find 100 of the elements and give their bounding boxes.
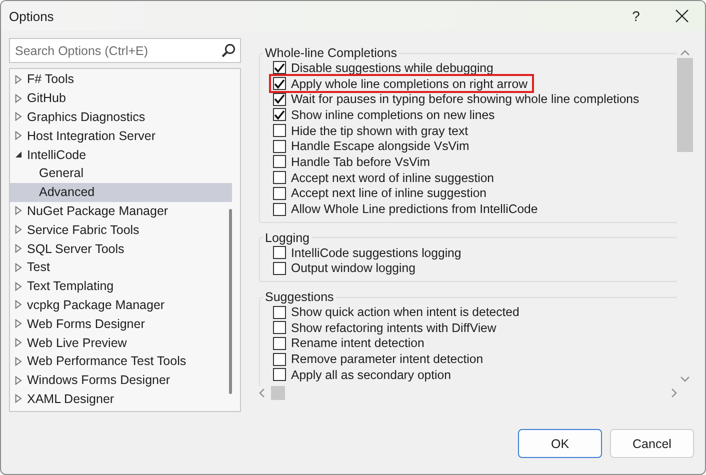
close-icon[interactable] [675, 9, 689, 23]
collapsed-arrow-icon[interactable] [15, 244, 22, 254]
checkbox-option[interactable]: Wait for pauses in typing before showing whole line completions [271, 91, 644, 108]
help-button[interactable]: ? [613, 1, 659, 31]
checkbox[interactable] [273, 77, 286, 90]
option-label: Allow Whole Line predictions from IntelliCode [291, 202, 538, 216]
group-title: Logging [264, 230, 310, 245]
checkbox-option[interactable]: Disable suggestions while debugging [271, 60, 498, 76]
checkbox-option[interactable]: Handle Tab before VsVim [271, 154, 434, 170]
highlighted-option[interactable]: Apply whole line completions on right arrow [271, 76, 532, 92]
collapsed-arrow-icon[interactable] [15, 300, 22, 310]
collapsed-arrow-icon[interactable] [15, 206, 22, 216]
option-label: Handle Escape alongside VsVim [291, 139, 470, 154]
checkbox[interactable] [273, 155, 286, 168]
tree-item[interactable]: SQL Server Tools [10, 239, 232, 258]
checkbox[interactable] [273, 368, 286, 382]
checkbox[interactable] [273, 124, 286, 138]
tree-item[interactable]: Text Templating [10, 276, 232, 296]
checkbox-option[interactable]: Accept next line of inline suggestion [271, 186, 491, 202]
scroll-left-icon[interactable] [259, 388, 265, 398]
checkbox-option[interactable]: Apply all as secondary option [271, 367, 455, 383]
collapsed-arrow-icon[interactable] [15, 338, 22, 348]
collapsed-arrow-icon[interactable] [15, 356, 22, 366]
option-label: Remove parameter intent detection [291, 352, 484, 366]
collapsed-arrow-icon[interactable] [15, 94, 22, 103]
tree-item[interactable]: Web Forms Designer [10, 314, 232, 334]
scroll-right-icon[interactable] [671, 388, 677, 398]
checkbox-option[interactable]: Show quick action when intent is detected [271, 304, 524, 320]
tree-item-label: Service Fabric Tools [27, 222, 140, 237]
tree-item[interactable]: XAML Designer [10, 390, 232, 408]
tree-item-label: Text Templating [27, 279, 114, 294]
checkbox[interactable] [273, 321, 286, 334]
checkbox[interactable] [273, 246, 286, 260]
checkbox[interactable] [273, 306, 286, 319]
checkbox-option[interactable]: Remove parameter intent detection [271, 351, 488, 367]
tree-item-label: Web Live Preview [27, 336, 127, 350]
scrollbar-thumb[interactable] [677, 58, 693, 152]
checkbox-option[interactable]: Allow Whole Line predictions from IntelliCode [271, 201, 542, 217]
checkbox[interactable] [273, 336, 286, 350]
tree-item[interactable]: Service Fabric Tools [10, 220, 232, 240]
tree-item-label: Graphics Diagnostics [27, 110, 146, 124]
checkbox-option[interactable]: Output window logging [271, 260, 420, 276]
checkbox[interactable] [273, 61, 286, 74]
collapsed-arrow-icon[interactable] [15, 112, 22, 122]
checkbox[interactable] [273, 140, 286, 153]
option-label: Apply all as secondary option [291, 368, 451, 382]
checkbox[interactable] [273, 186, 286, 200]
checkbox[interactable] [273, 202, 286, 216]
scroll-up-icon[interactable] [680, 48, 690, 56]
checkbox[interactable] [273, 92, 286, 106]
scrollbar-thumb[interactable] [271, 386, 285, 400]
tree-item[interactable]: Web Performance Test Tools [10, 352, 232, 371]
option-label: Disable suggestions while debugging [291, 60, 494, 75]
tree-item[interactable]: GitHub [10, 88, 232, 108]
checkbox-option[interactable]: Accept next word of inline suggestion [271, 170, 498, 186]
tree-item[interactable]: Advanced [10, 182, 232, 202]
checkbox-option[interactable]: Hide the tip shown with gray text [271, 122, 472, 138]
tree-item-label: SQL Server Tools [27, 242, 124, 256]
checkbox[interactable] [273, 262, 286, 275]
option-label: Show refactoring intents with DiffView [291, 320, 496, 335]
collapsed-arrow-icon[interactable] [15, 394, 22, 404]
tree-item[interactable]: Graphics Diagnostics [10, 108, 232, 126]
collapsed-arrow-icon[interactable] [15, 319, 22, 328]
checkbox-option[interactable]: Show refactoring intents with DiffView [271, 320, 500, 336]
search-icon [221, 43, 236, 58]
cancel-button[interactable]: Cancel [610, 429, 694, 458]
tree-item-label: General [39, 166, 84, 180]
checkbox-option[interactable]: Handle Escape alongside VsVim [271, 138, 474, 154]
tree-item[interactable]: Test [10, 258, 232, 277]
scroll-down-icon[interactable] [680, 376, 690, 382]
checkbox[interactable] [273, 352, 286, 366]
collapsed-arrow-icon[interactable] [15, 131, 22, 140]
window-title: Options [9, 8, 55, 24]
tree-item-label: Windows Forms Designer [27, 373, 170, 388]
collapsed-arrow-icon[interactable] [15, 262, 22, 272]
checkbox[interactable] [273, 171, 286, 184]
ok-button[interactable]: OK [518, 429, 602, 458]
option-label: IntelliCode suggestions logging [291, 246, 462, 260]
option-label: Handle Tab before VsVim [291, 154, 430, 169]
checkbox-option[interactable]: Rename intent detection [271, 336, 428, 352]
collapsed-arrow-icon[interactable] [15, 225, 22, 234]
tree-item[interactable]: General [10, 164, 232, 183]
checkbox-option[interactable]: IntelliCode suggestions logging [271, 244, 466, 261]
expanded-arrow-icon[interactable] [15, 151, 22, 158]
search-field[interactable]: Search Options (Ctrl+E) [9, 38, 241, 63]
checkbox-option[interactable]: Show inline completions on new lines [271, 107, 499, 123]
collapsed-arrow-icon[interactable] [15, 282, 22, 291]
tree-item[interactable]: F# Tools [10, 70, 232, 89]
tree-item[interactable]: Windows Forms Designer [10, 370, 232, 390]
collapsed-arrow-icon[interactable] [15, 74, 22, 84]
tree-item[interactable]: IntelliCode [10, 145, 232, 164]
tree-item-label: vcpkg Package Manager [27, 298, 165, 312]
checkbox[interactable] [273, 108, 286, 122]
tree-item[interactable]: Web Live Preview [10, 333, 232, 352]
scrollbar-thumb[interactable] [229, 209, 232, 394]
tree-item[interactable]: NuGet Package Manager [10, 202, 232, 220]
tree-item[interactable]: vcpkg Package Manager [10, 296, 232, 314]
option-label: Accept next word of inline suggestion [291, 170, 494, 185]
tree-item[interactable]: Host Integration Server [10, 126, 232, 146]
collapsed-arrow-icon[interactable] [15, 376, 22, 385]
